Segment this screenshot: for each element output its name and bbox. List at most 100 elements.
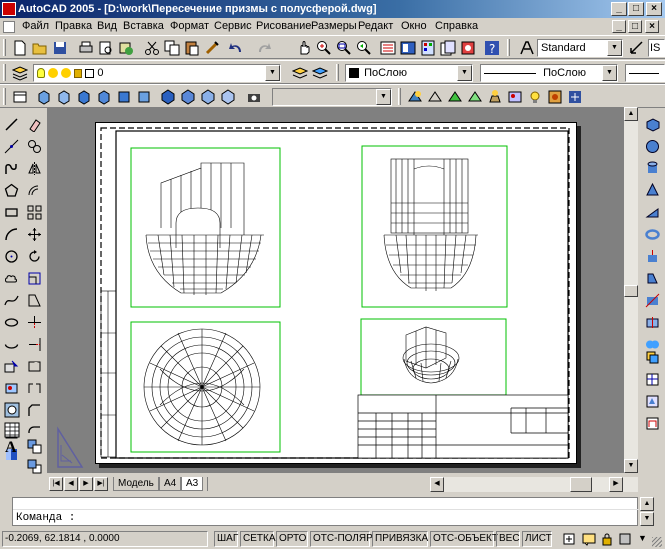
otrack-toggle[interactable]: ОТС-ОБЪЕКТ [430,531,498,547]
circle-icon[interactable] [4,249,19,264]
torus-solid-icon[interactable] [645,227,660,242]
tab-splitter[interactable] [207,477,208,491]
viewport-isometric[interactable] [360,318,507,396]
menu-tools[interactable]: Сервис [214,20,252,32]
menu-dimension[interactable]: Размеры [311,20,357,32]
multiline-text-icon[interactable]: A [5,439,17,457]
lineweight-select[interactable] [625,64,665,82]
rectangle-icon[interactable] [4,205,19,220]
document-icon[interactable] [3,21,15,33]
text-style-select[interactable]: Standard ▼ [537,39,623,57]
menu-insert[interactable]: Вставка [123,20,164,32]
doc-restore-button[interactable]: □ [628,20,642,33]
left-view-icon[interactable] [76,89,92,105]
front-view-icon[interactable] [116,89,132,105]
properties-icon[interactable] [380,40,396,56]
move-icon[interactable] [27,227,42,242]
interference-icon[interactable] [645,350,660,365]
redo-icon[interactable] [256,40,272,56]
slice-icon[interactable] [645,293,660,308]
layer-previous-icon[interactable] [312,65,328,81]
named-views-icon[interactable] [12,89,28,105]
first-tab-arrow-icon[interactable]: |◀ [49,477,63,491]
menu-window[interactable]: Окно [401,20,427,32]
plot-preview-icon[interactable] [98,40,114,56]
copy-object-icon[interactable] [27,139,42,154]
pan-realtime-icon[interactable] [296,40,312,56]
box-solid-icon[interactable] [645,117,660,132]
rotate-icon[interactable] [27,249,42,264]
right-view-icon[interactable] [96,89,112,105]
status-menu-chevron-down-icon[interactable]: ▼ [638,533,647,543]
scale-icon[interactable] [27,271,42,286]
color-select[interactable]: ПоСлою ▼ [345,64,473,82]
scroll-thumb[interactable] [624,285,638,297]
wedge-solid-icon[interactable] [645,205,660,220]
menu-view[interactable]: Вид [97,20,117,32]
scroll-up-arrow-icon[interactable]: ▲ [624,107,638,121]
menu-edit[interactable]: Правка [55,20,92,32]
markup-set-manager-icon[interactable] [460,40,476,56]
bottom-view-icon[interactable] [56,89,72,105]
grid-toggle[interactable]: СЕТКА [240,531,276,547]
revision-cloud-icon[interactable] [4,271,19,286]
revolve-icon[interactable] [645,271,660,286]
menu-help[interactable]: Справка [435,20,478,32]
setup-profile-icon[interactable] [645,416,660,431]
setup-drawing-icon[interactable] [645,372,660,387]
snap-toggle[interactable]: ШАГ [214,531,238,547]
linetype-select[interactable]: ПоСлою ▼ [480,64,618,82]
trim-icon[interactable] [27,315,42,330]
insert-block-icon[interactable] [4,359,19,374]
zoom-previous-icon[interactable] [356,40,372,56]
doc-minimize-button[interactable]: _ [612,20,626,33]
print-icon[interactable] [78,40,94,56]
lineweight-toggle[interactable]: ВЕС [496,531,520,547]
communication-center-icon[interactable] [582,532,596,546]
horizontal-scrollbar[interactable]: ◀ ▶ [430,477,638,492]
render-icon[interactable] [487,89,503,105]
resize-grip-icon[interactable] [652,537,662,547]
scroll-right-arrow-icon[interactable]: ▶ [609,477,623,492]
trays-settings-icon[interactable] [618,532,632,546]
array-icon[interactable] [27,205,42,220]
polygon-icon[interactable] [4,183,19,198]
help-icon[interactable]: ? [484,40,500,56]
erase-icon[interactable] [27,117,42,132]
dimension-style-select[interactable]: IS [648,39,665,57]
maximize-viewport-icon[interactable] [562,532,576,546]
cone-solid-icon[interactable] [645,183,660,198]
horizontal-scroll-thumb[interactable] [570,477,592,492]
layer-select[interactable]: 0 ▼ [33,64,281,82]
materials-icon[interactable] [547,89,563,105]
tab-model[interactable]: Модель [113,477,159,491]
doc-close-button[interactable]: × [645,20,659,33]
render-preferences-icon[interactable] [567,89,583,105]
hide-icon[interactable] [407,89,423,105]
copy-icon[interactable] [164,40,180,56]
undo-icon[interactable] [228,40,244,56]
window-maximize-button[interactable]: □ [628,2,644,16]
top-view-icon[interactable] [36,89,52,105]
lights-icon[interactable] [527,89,543,105]
break-icon[interactable] [27,359,42,374]
region-icon[interactable] [3,401,21,419]
tab-layout-a3[interactable]: A3 [181,477,204,491]
toolbar-lock-icon[interactable] [600,532,614,546]
drawing-vertical-scrollbar[interactable]: ▲ ▼ [624,107,638,473]
scroll-left-arrow-icon[interactable]: ◀ [430,477,444,492]
window-minimize-button[interactable]: _ [611,2,627,16]
draw-order-back-icon[interactable] [27,459,42,474]
new-icon[interactable] [12,40,28,56]
layer-manager-icon[interactable] [12,65,28,81]
cut-icon[interactable] [144,40,160,56]
back-view-icon[interactable] [136,89,152,105]
draw-order-front-icon[interactable] [27,439,42,454]
ellipse-arc-icon[interactable] [4,337,19,352]
wireframe-icon[interactable] [427,89,443,105]
join-icon[interactable] [27,381,42,396]
command-scroll-down-icon[interactable]: ▼ [640,512,654,526]
next-tab-arrow-icon[interactable]: ▶ [79,477,93,491]
last-tab-arrow-icon[interactable]: ▶| [94,477,108,491]
autocad-app-icon[interactable] [2,2,16,16]
